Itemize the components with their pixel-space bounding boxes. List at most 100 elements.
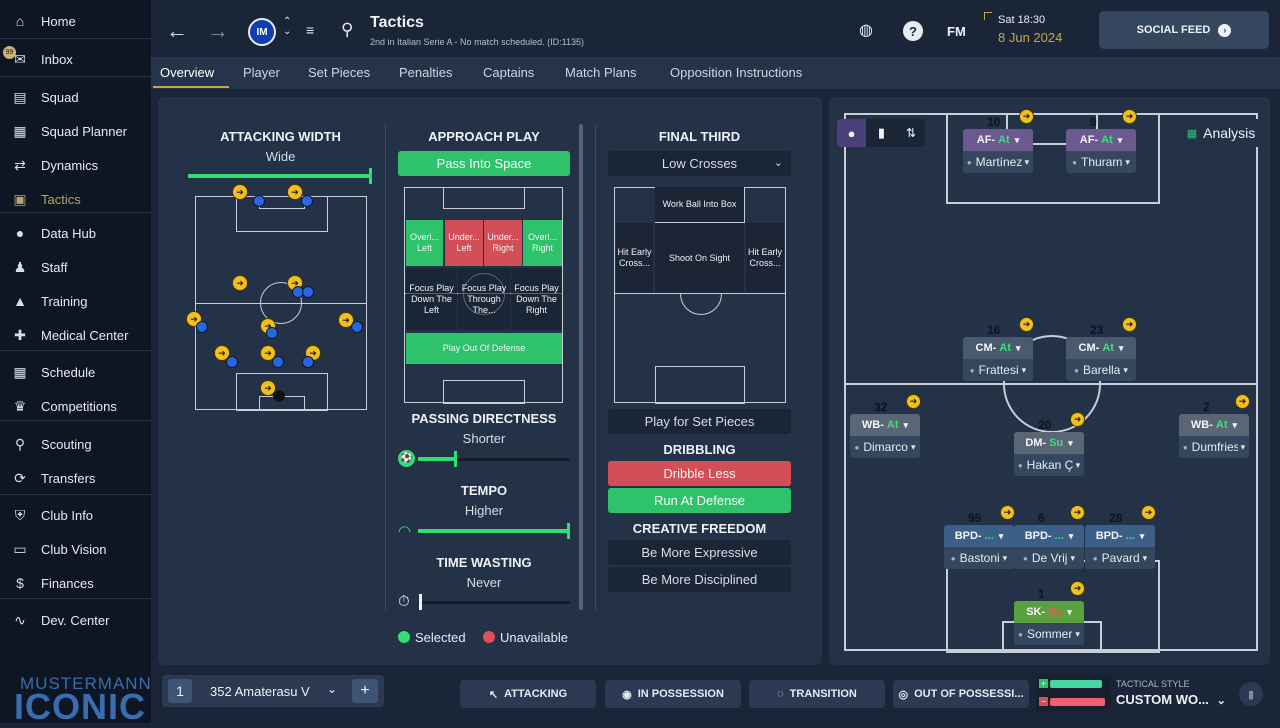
player-name-selector[interactable]: ● Frattesi ▾ bbox=[963, 359, 1033, 381]
sidebar-item-staff[interactable]: ♟ Staff bbox=[0, 250, 151, 284]
approach-play-selected[interactable]: Pass Into Space bbox=[398, 151, 570, 176]
player-name-selector[interactable]: ● Barella ▾ bbox=[1066, 359, 1136, 381]
tactic-slot[interactable]: 1 bbox=[168, 679, 192, 703]
player-view-icon[interactable]: ● bbox=[837, 119, 866, 147]
attacking-width-handle[interactable] bbox=[369, 168, 372, 184]
player-role[interactable]: DM - Su ▾ bbox=[1014, 432, 1084, 454]
zone-shoot-on-sight[interactable]: Shoot On Sight bbox=[655, 223, 744, 293]
player-instruction-icon[interactable]: ➜ bbox=[906, 394, 921, 409]
chevron-down-icon[interactable]: ⌄ bbox=[327, 682, 337, 696]
fm-logo[interactable]: FM bbox=[947, 24, 966, 39]
analysis-button[interactable]: ▦ Analysis bbox=[1179, 119, 1263, 147]
player-card[interactable]: 20➜DM -Su▾●Hakan Çalh...▾ bbox=[1014, 412, 1085, 478]
player-name-selector[interactable]: ● Martínez ▾ bbox=[963, 151, 1033, 173]
player-card[interactable]: 23 ➜ CM - At ▾ ● Barella ▾ bbox=[1066, 317, 1137, 383]
sidebar-item-transfers[interactable]: ⟳ Transfers bbox=[0, 461, 151, 495]
tactical-style-dropdown[interactable]: CUSTOM WO... ⌄ bbox=[1116, 692, 1226, 707]
sidebar-item-training[interactable]: ▲ Training bbox=[0, 284, 151, 318]
be-more-disciplined-option[interactable]: Be More Disciplined bbox=[608, 567, 791, 592]
sidebar-item-tactics[interactable]: ▣ Tactics bbox=[0, 182, 151, 216]
be-more-expressive-option[interactable]: Be More Expressive bbox=[608, 540, 791, 565]
player-card[interactable]: 28 ➜ BPD -... ▾ ● Pavard ▾ bbox=[1085, 505, 1156, 571]
player-role[interactable]: WB - At ▾ bbox=[850, 414, 920, 436]
sidebar-item-competitions[interactable]: ♛ Competitions bbox=[0, 389, 151, 423]
club-crest-icon[interactable]: IM bbox=[248, 18, 276, 46]
sidebar-item-scouting[interactable]: ⚲ Scouting bbox=[0, 427, 151, 461]
player-instruction-icon[interactable]: ➜ bbox=[1141, 505, 1156, 520]
approach-zone-top[interactable]: Under... Left bbox=[445, 220, 483, 266]
time-wasting-handle[interactable] bbox=[419, 594, 422, 610]
player-name-selector[interactable]: ●Hakan Çalh...▾ bbox=[1014, 454, 1084, 476]
run-at-defense-option[interactable]: Run At Defense bbox=[608, 488, 791, 513]
zone-play-out-of-defense[interactable]: Play Out Of Defense bbox=[406, 333, 562, 364]
bar-chart-icon[interactable]: ▮ bbox=[867, 119, 896, 147]
player-card[interactable]: 2 ➜ WB - At ▾ ● Dumfries ▾ bbox=[1179, 394, 1250, 460]
player-role[interactable]: SK - De ▾ bbox=[1014, 601, 1084, 623]
approach-zone-focus[interactable]: Focus Play Down The Left bbox=[406, 268, 457, 330]
attacking-button[interactable]: ↖ ATTACKING bbox=[460, 680, 596, 708]
sidebar-item-dev-center[interactable]: ∿ Dev. Center bbox=[0, 603, 151, 637]
player-role[interactable]: BPD -... ▾ bbox=[1085, 525, 1155, 547]
search-icon[interactable]: ⚲ bbox=[341, 20, 353, 40]
player-card[interactable]: 32 ➜ WB - At ▾ ● Dimarco ▾ bbox=[850, 394, 921, 460]
sidebar-item-club-vision[interactable]: ▭ Club Vision bbox=[0, 532, 151, 566]
chevron-updown-icon[interactable]: ⌃ ⌄ bbox=[283, 17, 291, 37]
out-of-possession-button[interactable]: ◎ OUT OF POSSESSI... bbox=[893, 680, 1029, 708]
add-tactic-button[interactable]: + bbox=[352, 679, 378, 703]
tab-match-plans[interactable]: Match Plans bbox=[565, 57, 637, 89]
sidebar-item-finances[interactable]: $ Finances bbox=[0, 566, 151, 600]
player-role[interactable]: AF - At ▾ bbox=[963, 129, 1033, 151]
passing-directness-handle[interactable] bbox=[454, 451, 457, 467]
zone-hit-early-cross-right[interactable]: Hit Early Cross... bbox=[746, 223, 784, 293]
player-instruction-icon[interactable]: ➜ bbox=[1235, 394, 1250, 409]
player-card[interactable]: 6 ➜ BPD -... ▾ ● De Vrij ▾ bbox=[1014, 505, 1085, 571]
player-card[interactable]: 9 ➜ AF - At ▾ ● Thuram ▾ bbox=[1066, 109, 1137, 175]
sidebar-item-medical-center[interactable]: ✚ Medical Center bbox=[0, 318, 151, 352]
player-role[interactable]: CM - At ▾ bbox=[963, 337, 1033, 359]
globe-icon[interactable]: ◍ bbox=[859, 20, 873, 40]
sidebar-item-schedule[interactable]: ▦ Schedule bbox=[0, 355, 151, 389]
player-role[interactable]: AF - At ▾ bbox=[1066, 129, 1136, 151]
player-name-selector[interactable]: ● Sommer ▾ bbox=[1014, 623, 1084, 645]
sidebar-item-club-info[interactable]: ⛨ Club Info bbox=[0, 498, 151, 532]
tab-player[interactable]: Player bbox=[243, 57, 280, 89]
player-instruction-icon[interactable]: ➜ bbox=[1070, 412, 1085, 427]
player-instruction-icon[interactable]: ➜ bbox=[1070, 581, 1085, 596]
player-instruction-icon[interactable]: ➜ bbox=[1122, 317, 1137, 332]
player-name-selector[interactable]: ● Dumfries ▾ bbox=[1179, 436, 1249, 458]
final-third-dropdown[interactable]: Low Crosses ⌄ bbox=[608, 151, 791, 176]
player-role[interactable]: WB - At ▾ bbox=[1179, 414, 1249, 436]
in-possession-button[interactable]: ◉ IN POSSESSION bbox=[605, 680, 741, 708]
dribble-less-option[interactable]: Dribble Less bbox=[608, 461, 791, 486]
tactic-selector[interactable]: 1 352 Amaterasu V ⌄ + bbox=[162, 675, 384, 707]
player-card[interactable]: 1 ➜ SK - De ▾ ● Sommer ▾ bbox=[1014, 581, 1085, 647]
back-arrow-icon[interactable]: ← bbox=[166, 18, 188, 44]
player-instruction-icon[interactable]: ➜ bbox=[1000, 505, 1015, 520]
player-name-selector[interactable]: ● De Vrij ▾ bbox=[1014, 547, 1084, 569]
tempo-handle[interactable] bbox=[567, 523, 570, 539]
player-name-selector[interactable]: ● Pavard ▾ bbox=[1085, 547, 1155, 569]
player-instruction-icon[interactable]: ➜ bbox=[1122, 109, 1137, 124]
player-card[interactable]: 95 ➜ BPD -... ▾ ● Bastoni ▾ bbox=[944, 505, 1015, 571]
sidebar-item-data-hub[interactable]: ● Data Hub bbox=[0, 216, 151, 250]
tab-opposition-instructions[interactable]: Opposition Instructions bbox=[670, 57, 802, 89]
player-role[interactable]: CM - At ▾ bbox=[1066, 337, 1136, 359]
approach-zone-focus[interactable]: Focus Play Down The Right bbox=[511, 268, 562, 330]
menu-icon[interactable]: ≡ bbox=[306, 22, 314, 38]
help-icon[interactable]: ? bbox=[903, 21, 923, 41]
approach-zone-top[interactable]: Overl... Right bbox=[523, 220, 562, 266]
scrollbar[interactable] bbox=[579, 124, 583, 610]
social-feed-button[interactable]: SOCIAL FEED › bbox=[1099, 11, 1269, 49]
sidebar-item-squad-planner[interactable]: ▦ Squad Planner bbox=[0, 114, 151, 148]
player-name-selector[interactable]: ● Bastoni ▾ bbox=[944, 547, 1014, 569]
player-role[interactable]: BPD -... ▾ bbox=[1014, 525, 1084, 547]
player-name-selector[interactable]: ● Thuram ▾ bbox=[1066, 151, 1136, 173]
transition-button[interactable]: ◌ TRANSITION bbox=[749, 680, 885, 708]
player-instruction-icon[interactable]: ➜ bbox=[1019, 317, 1034, 332]
approach-zone-top[interactable]: Under... Right bbox=[484, 220, 522, 266]
zone-work-ball-into-box[interactable]: Work Ball Into Box bbox=[655, 187, 744, 222]
tab-captains[interactable]: Captains bbox=[483, 57, 534, 89]
sidebar-item-home[interactable]: ⌂ Home bbox=[0, 4, 151, 38]
player-role[interactable]: BPD -... ▾ bbox=[944, 525, 1014, 547]
time-wasting-slider[interactable] bbox=[418, 601, 570, 604]
